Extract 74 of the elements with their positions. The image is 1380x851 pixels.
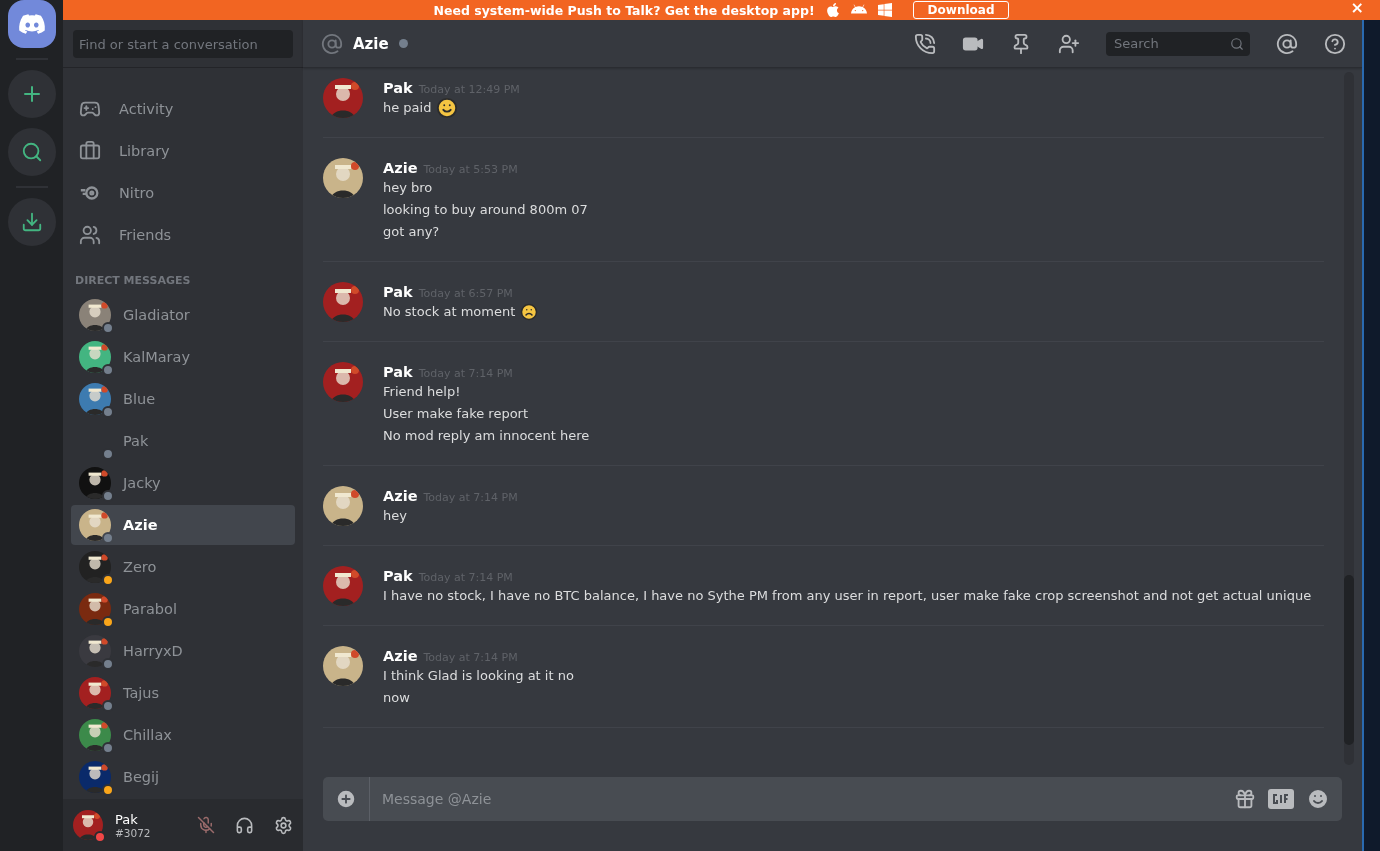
dm-item[interactable]: Jacky (71, 463, 295, 503)
dm-item[interactable]: KalMaray (71, 337, 295, 377)
mentions-button[interactable] (1276, 32, 1298, 55)
nav-item[interactable]: Activity (71, 88, 295, 130)
message-text: No mod reply am innocent here (383, 427, 590, 445)
user-tag: #3072 (115, 826, 189, 839)
section-heading: DIRECT MESSAGES (74, 273, 192, 289)
message-composer[interactable]: Message @Azie (323, 777, 1342, 821)
author-name[interactable]: Pak (383, 568, 413, 584)
message-text: now (383, 689, 410, 707)
search-field[interactable]: Find or start a conversation (73, 30, 293, 58)
add-friend-button[interactable] (1058, 32, 1080, 55)
nav-item[interactable]: Nitro (71, 172, 295, 214)
message-text: he paid (383, 99, 432, 117)
dm-item[interactable]: HarryxD (71, 631, 295, 671)
author-name[interactable]: Azie (383, 160, 418, 176)
gift-button[interactable] (1234, 788, 1256, 810)
friends-icon (79, 224, 101, 246)
nav-item[interactable]: Library (71, 130, 295, 172)
smiley-icon (436, 97, 459, 119)
author-name[interactable]: Azie (383, 648, 418, 664)
gif-icon[interactable] (1268, 789, 1294, 809)
frowning-face-icon (520, 303, 539, 321)
at-sign-icon (321, 32, 343, 55)
scrollbar[interactable] (1344, 72, 1354, 765)
add-server-button[interactable] (7, 70, 56, 118)
author-name[interactable]: Pak (383, 364, 413, 380)
download-button[interactable] (7, 198, 56, 246)
message-text: got any? (383, 223, 440, 241)
author-name[interactable]: Pak (383, 284, 413, 300)
explore-button[interactable] (7, 128, 56, 176)
message-text: hey bro (383, 179, 433, 197)
upload-button[interactable] (335, 788, 357, 810)
settings-button[interactable] (274, 815, 293, 835)
home-button[interactable] (7, 0, 56, 48)
message-text: I think Glad is looking at it no (383, 667, 574, 685)
message-text: looking to buy around 800m 07 (383, 201, 588, 219)
download-button[interactable]: Download (912, 1, 1010, 19)
deafen-button[interactable] (235, 815, 254, 835)
message-text: hey (383, 507, 407, 525)
user-name: Pak (115, 811, 139, 827)
dm-item[interactable]: Tajus (71, 673, 295, 713)
help-button[interactable] (1324, 32, 1346, 55)
dm-item[interactable]: Azie (71, 505, 295, 545)
dm-item[interactable]: Blue (71, 379, 295, 419)
author-name[interactable]: Azie (383, 488, 418, 504)
close-button[interactable]: × (1350, 0, 1364, 17)
dm-item[interactable]: Gladiator (71, 295, 295, 335)
search-icon (1230, 36, 1244, 51)
search-input[interactable]: Search (1112, 35, 1230, 52)
banner-text: Need system-wide Push to Talk? Get the desktop app! (433, 2, 815, 18)
message-text: Friend help! (383, 383, 461, 401)
nav-item[interactable]: Friends (71, 214, 295, 256)
message-text: User make fake report (383, 405, 529, 423)
call-button[interactable] (914, 32, 936, 55)
status-dot (398, 39, 408, 48)
apple-icon[interactable] (824, 2, 841, 18)
briefcase-icon (79, 140, 101, 162)
author-name[interactable]: Pak (383, 80, 413, 96)
dm-item[interactable]: Pak (71, 421, 295, 461)
emoji-button[interactable] (1306, 787, 1330, 811)
windows-icon[interactable] (876, 2, 893, 18)
search-icon (20, 141, 43, 163)
search-field[interactable]: Search (1106, 31, 1250, 56)
message-text: No stock at moment (383, 303, 516, 321)
message-field[interactable]: Message @Azie (369, 777, 1222, 821)
mute-button[interactable] (197, 816, 215, 834)
dm-item[interactable]: Begij (71, 757, 295, 797)
download-icon (20, 211, 43, 233)
channel-title: Azie (353, 34, 389, 53)
dm-item[interactable]: Parabol (71, 589, 295, 629)
dm-item[interactable]: Chillax (71, 715, 295, 755)
message-text: I have no stock, I have no BTC balance, I have no Sythe PM from any user in report, user make fake crop screenshot and not get actual unique (383, 587, 1312, 605)
dm-item[interactable]: Zero (71, 547, 295, 587)
